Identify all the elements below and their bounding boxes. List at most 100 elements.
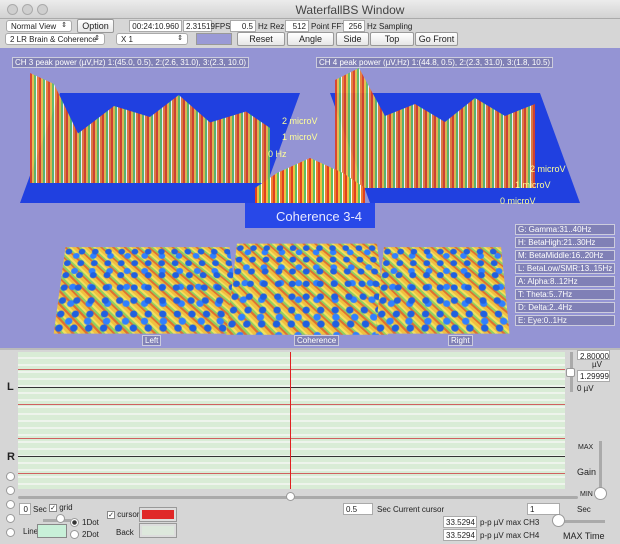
right-scale-0: 0 microV xyxy=(500,196,536,206)
right-baseline xyxy=(18,456,565,457)
right-channel-label: R xyxy=(7,451,15,463)
sampling-label: Hz Sampling xyxy=(367,22,413,31)
left-panel-label: Left xyxy=(142,335,162,346)
side-button[interactable]: Side xyxy=(336,32,369,46)
max-time-thumb[interactable] xyxy=(552,514,565,527)
channel-radio-5[interactable] xyxy=(6,528,15,537)
time-slider-thumb[interactable] xyxy=(286,492,295,501)
right-scale-2: 2 microV xyxy=(530,164,566,174)
max-ch3-label: p-p µV max CH3 xyxy=(480,518,540,527)
scale-select[interactable]: X 1 ⇕ xyxy=(116,33,188,45)
coherence-topography xyxy=(226,243,388,335)
fps-field: 2.31519 xyxy=(183,20,215,32)
top-button[interactable]: Top xyxy=(370,32,414,46)
left-topography xyxy=(53,247,242,334)
zero-uv-label: 0 µV xyxy=(577,384,594,393)
band-theta: T: Theta:5..7Hz xyxy=(515,289,616,300)
max-ch3-field: 33.5294 xyxy=(443,516,477,528)
cursor-color-swatch[interactable] xyxy=(139,507,177,522)
left-channel-label: L xyxy=(7,381,14,393)
channel-radio-2[interactable] xyxy=(6,486,15,495)
check-icon: ✓ xyxy=(107,510,115,519)
max-time-label: MAX Time xyxy=(563,531,605,541)
hz-rez-label: Hz Rez xyxy=(258,22,285,31)
title-bar: WaterfallBS Window xyxy=(0,0,620,19)
band-eye: E: Eye:0..1Hz xyxy=(515,315,616,326)
band-legend: G: Gamma:31..40Hz H: BetaHigh:21..30Hz M… xyxy=(515,224,616,326)
mode-select[interactable]: 2 LR Brain & Coherence ⇕ xyxy=(5,33,105,45)
band-gamma: G: Gamma:31..40Hz xyxy=(515,224,616,235)
fft-input[interactable]: 512 xyxy=(285,20,309,32)
grid-label: grid xyxy=(59,503,73,512)
line-color-swatch[interactable] xyxy=(37,524,67,538)
right-upper-limit-line xyxy=(18,438,565,439)
max-ch4-label: p-p µV max CH4 xyxy=(480,531,540,540)
go-front-button[interactable]: Go Front xyxy=(415,32,458,46)
gain-min-label: MIN xyxy=(580,491,593,498)
reset-button[interactable]: Reset xyxy=(237,32,285,46)
current-cursor-label: Sec Current cursor xyxy=(377,505,445,514)
fft-label: Point FFT xyxy=(311,22,347,31)
view-select[interactable]: Normal View ⇕ xyxy=(6,20,72,32)
end-sec-input[interactable]: 1 xyxy=(527,503,560,515)
angle-button[interactable]: Angle xyxy=(287,32,334,46)
gain-max-label: MAX xyxy=(578,444,594,451)
left-scale-1: 1 microV xyxy=(282,132,318,142)
dot1-label: 1Dot xyxy=(82,518,99,527)
dot1-radio[interactable] xyxy=(70,518,79,527)
gain-slider-thumb[interactable] xyxy=(594,487,607,500)
back-color-label: Back xyxy=(116,528,134,537)
select-arrows-icon: ⇕ xyxy=(177,35,183,42)
cursor-checkbox[interactable]: ✓ cursor xyxy=(107,510,139,519)
fps-label: FPS xyxy=(215,22,231,31)
mode-select-value: 2 LR Brain & Coherence xyxy=(10,35,97,44)
background-color-swatch[interactable] xyxy=(196,33,232,45)
select-arrows-icon: ⇕ xyxy=(94,35,100,42)
uv-unit-label: µV xyxy=(592,360,602,369)
left-lower-limit-line xyxy=(18,404,565,405)
max-uv-field[interactable]: 2.80000 xyxy=(577,350,610,361)
hz-rez-input[interactable]: 0.5 xyxy=(230,20,256,32)
right-lower-limit-line xyxy=(18,473,565,474)
right-topography xyxy=(375,247,510,334)
channel-radio-4[interactable] xyxy=(6,514,15,523)
band-beta-middle: M: BetaMiddle:16..20Hz xyxy=(515,250,616,261)
line-width-thumb[interactable] xyxy=(56,514,65,523)
coherence-panel-label: Coherence xyxy=(294,335,340,346)
uv-slider-thumb[interactable] xyxy=(566,368,575,377)
scale-select-value: X 1 xyxy=(121,35,134,44)
grid-checkbox[interactable]: ✓ grid xyxy=(49,503,73,512)
current-uv-field[interactable]: 1.29999 xyxy=(577,370,610,382)
ch4-peak-label: CH 4 peak power (µV,Hz) 1:(44.8, 0.5), 2… xyxy=(316,57,554,68)
sampling-input[interactable]: 256 xyxy=(343,20,365,32)
eeg-graph[interactable] xyxy=(18,352,565,489)
band-alpha: A: Alpha:8..12Hz xyxy=(515,276,616,287)
coherence-title: Coherence 3-4 xyxy=(276,209,362,224)
left-scale-0: 0 Hz xyxy=(268,149,287,159)
left-waterfall-surface xyxy=(30,73,270,183)
time-slider-track[interactable] xyxy=(18,496,578,499)
right-panel-label: Right xyxy=(448,335,473,346)
gain-slider-track[interactable] xyxy=(599,441,602,491)
max-ch4-field: 33.5294 xyxy=(443,529,477,541)
waterfall-3d-view[interactable]: CH 3 peak power (µV,Hz) 1:(45.0, 0.5), 2… xyxy=(0,48,620,350)
left-scale-2: 2 microV xyxy=(282,116,318,126)
option-button[interactable]: Option xyxy=(77,19,114,33)
dot2-radio[interactable] xyxy=(70,530,79,539)
window-title: WaterfallBS Window xyxy=(295,3,405,17)
start-sec-input[interactable]: 0 xyxy=(19,503,31,515)
gain-label: Gain xyxy=(577,467,597,477)
right-waterfall-surface xyxy=(335,68,535,188)
band-beta-low: L: BetaLow/SMR:13..15Hz xyxy=(515,263,616,274)
left-baseline xyxy=(18,387,565,388)
select-arrows-icon: ⇕ xyxy=(61,22,67,29)
ch3-peak-label: CH 3 peak power (µV,Hz) 1:(45.0, 0.5), 2… xyxy=(12,57,250,68)
channel-radio-3[interactable] xyxy=(6,500,15,509)
end-sec-label: Sec xyxy=(577,505,591,514)
current-cursor-input[interactable]: 0.5 xyxy=(343,503,373,515)
back-color-swatch[interactable] xyxy=(139,523,177,538)
cursor-line[interactable] xyxy=(290,352,291,489)
band-delta: D: Delta:2..4Hz xyxy=(515,302,616,313)
band-beta-high: H: BetaHigh:21..30Hz xyxy=(515,237,616,248)
channel-radio-1[interactable] xyxy=(6,472,15,481)
